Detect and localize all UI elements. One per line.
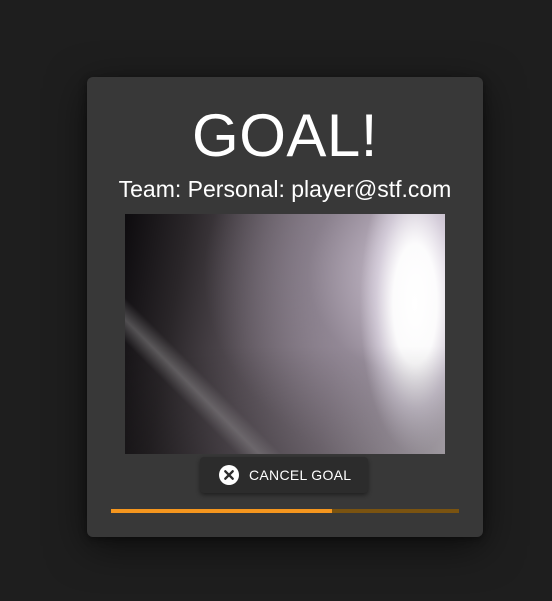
cancel-goal-label: CANCEL GOAL [249,467,352,483]
goal-dialog: GOAL! Team: Personal: player@stf.com CAN… [87,77,483,537]
close-circle-icon [219,465,239,485]
countdown-progress-fill [111,509,332,513]
countdown-progress-bar [111,509,459,513]
cancel-goal-button[interactable]: CANCEL GOAL [200,457,368,493]
goal-snapshot-image [125,214,445,454]
goal-title: GOAL! [192,102,378,169]
app-background: GOAL! Team: Personal: player@stf.com CAN… [0,0,552,601]
snapshot-shading [125,214,445,454]
team-player-label: Team: Personal: player@stf.com [118,176,452,202]
